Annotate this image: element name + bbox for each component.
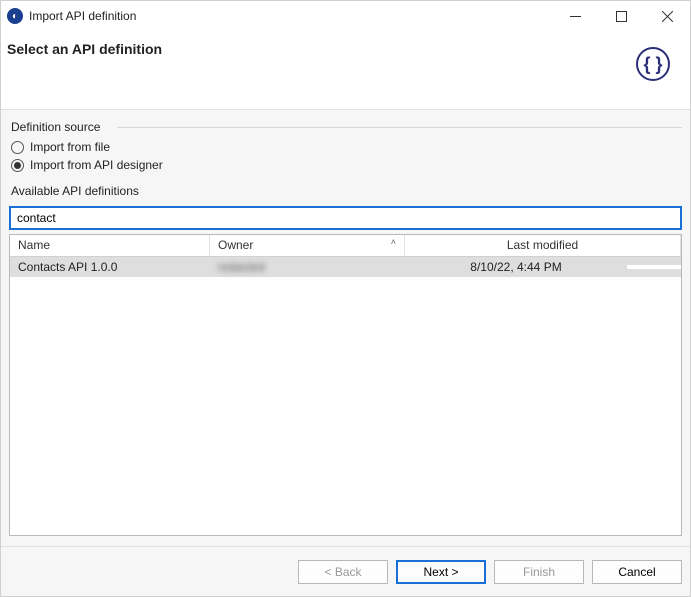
minimize-icon [570,11,581,22]
col-modified[interactable]: Last modified [405,235,681,256]
cell-owner: redacted [210,258,405,276]
cell-name: Contacts API 1.0.0 [10,258,210,276]
braces-icon: { } [636,47,670,81]
radio-label: Import from file [30,140,110,154]
col-owner-label: Owner [218,238,253,252]
minimize-button[interactable] [552,1,598,31]
titlebar: ◐ Import API definition [1,1,690,31]
next-button[interactable]: Next > [396,560,486,584]
table-header: Name Owner ˄ Last modified [10,235,681,257]
app-icon: ◐ [7,8,23,24]
close-icon [662,11,673,22]
back-button[interactable]: < Back [298,560,388,584]
radio-icon [11,159,24,172]
cell-modified: 8/10/22, 4:44 PM [405,258,627,276]
cancel-button[interactable]: Cancel [592,560,682,584]
wizard-content: Definition source Import from file Impor… [1,110,690,546]
definitions-table: Name Owner ˄ Last modified Contacts API … [9,234,682,536]
page-title: Select an API definition [7,41,162,57]
wizard-banner: Select an API definition { } [1,31,690,110]
search-input[interactable] [9,206,682,230]
definition-source-label: Definition source [9,120,682,134]
available-definitions-group: Available API definitions Name Owner ˄ L… [9,184,682,536]
sort-asc-icon: ˄ [391,237,396,247]
radio-label: Import from API designer [30,158,163,172]
window-title: Import API definition [29,9,136,23]
definition-source-group: Definition source Import from file Impor… [9,120,682,174]
radio-icon [11,141,24,154]
finish-button[interactable]: Finish [494,560,584,584]
col-name[interactable]: Name [10,235,210,256]
available-definitions-label: Available API definitions [9,184,682,198]
col-owner[interactable]: Owner ˄ [210,235,405,256]
radio-import-from-designer[interactable]: Import from API designer [9,156,682,174]
cell-trailing [627,265,681,269]
table-body: Contacts API 1.0.0 redacted 8/10/22, 4:4… [10,257,681,535]
close-button[interactable] [644,1,690,31]
maximize-button[interactable] [598,1,644,31]
table-row[interactable]: Contacts API 1.0.0 redacted 8/10/22, 4:4… [10,257,681,277]
radio-import-from-file[interactable]: Import from file [9,138,682,156]
maximize-icon [616,11,627,22]
wizard-footer: < Back Next > Finish Cancel [1,546,690,596]
